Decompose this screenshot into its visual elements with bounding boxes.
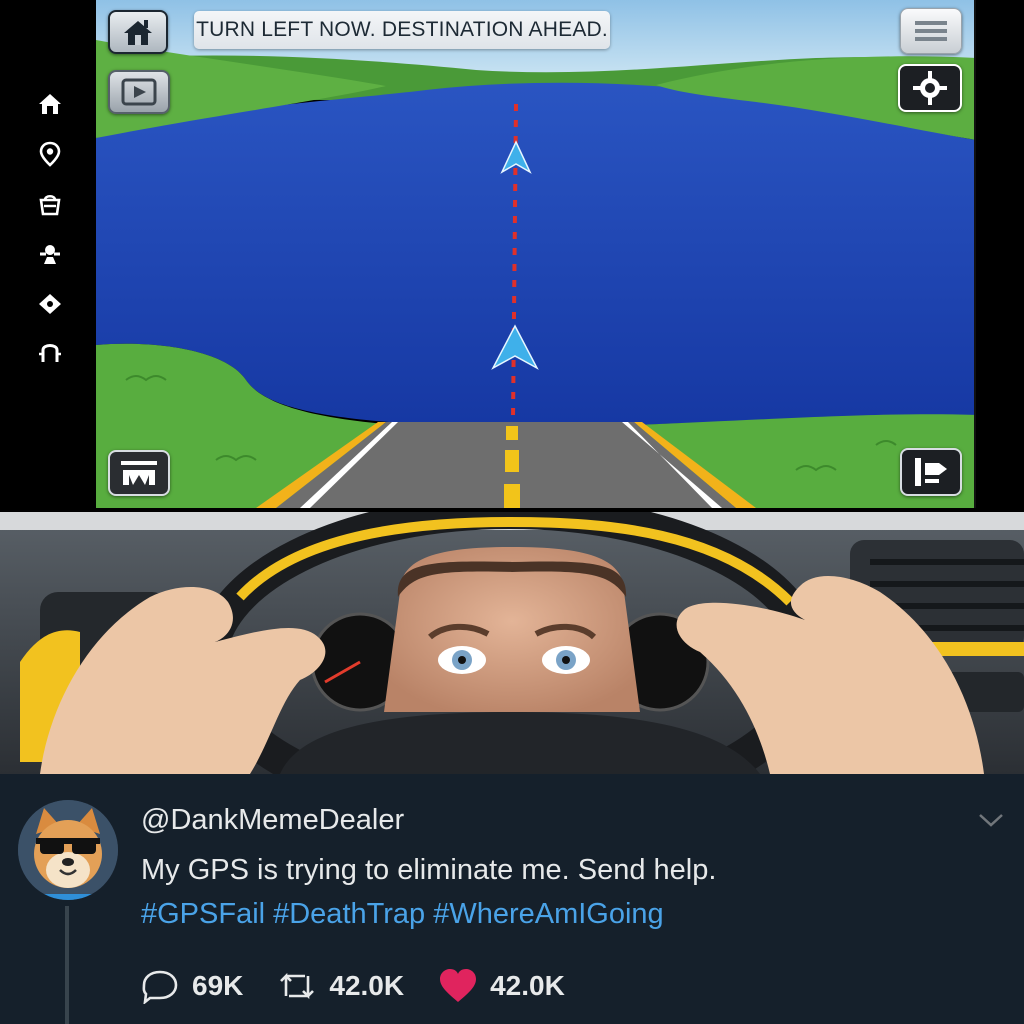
gps-side-rail <box>0 0 98 512</box>
exit-icon <box>915 458 947 486</box>
thread-line <box>65 906 69 1024</box>
bridge-icon <box>121 461 157 485</box>
exit-navigation-button[interactable] <box>900 448 962 496</box>
location-pin-icon[interactable] <box>36 140 64 168</box>
driver-scene <box>0 512 1024 774</box>
tweet-text: My GPS is trying to eliminate me. Send h… <box>141 854 717 886</box>
diamond-icon[interactable] <box>36 290 64 318</box>
tweet-card: @DankMemeDealer My GPS is trying to elim… <box>0 774 1024 1024</box>
hashtag-link[interactable]: #GPSFail <box>141 898 265 930</box>
map-scene <box>96 0 974 508</box>
tweet-hashtags: #GPSFail #DeathTrap #WhereAmIGoing <box>141 898 672 931</box>
hashtag-link[interactable]: #WhereAmIGoing <box>433 898 664 930</box>
map-view[interactable] <box>96 0 976 508</box>
user-icon[interactable] <box>36 338 64 366</box>
settings-icon[interactable] <box>36 240 64 268</box>
home-icon <box>124 20 152 45</box>
like-button[interactable]: 42.0K <box>438 968 565 1004</box>
turn-instruction-banner: TURN LEFT NOW. DESTINATION AHEAD. <box>194 11 610 49</box>
reply-count: 69K <box>192 970 244 1001</box>
retweet-icon <box>280 972 315 1000</box>
reply-button[interactable]: 69K <box>140 968 243 1004</box>
home-icon[interactable] <box>36 90 64 118</box>
avatar[interactable] <box>18 800 118 900</box>
retweet-button[interactable]: 42.0K <box>277 968 404 1004</box>
chevron-down-icon[interactable] <box>976 810 1006 830</box>
gps-screen: TURN LEFT NOW. DESTINATION AHEAD. <box>0 0 1024 512</box>
tweet-handle[interactable]: @DankMemeDealer <box>141 804 404 837</box>
crosshair-icon <box>913 71 947 105</box>
like-count: 42.0K <box>490 970 565 1001</box>
recenter-button[interactable] <box>898 64 962 112</box>
retweet-count: 42.0K <box>329 970 405 1001</box>
meme-canvas: TURN LEFT NOW. DESTINATION AHEAD. @DankM… <box>0 0 1024 1024</box>
heart-icon <box>440 969 477 1002</box>
shiba-avatar-icon <box>18 800 118 900</box>
driver-photo <box>0 512 1024 774</box>
menu-button[interactable] <box>900 8 962 54</box>
turn-instruction-text: TURN LEFT NOW. DESTINATION AHEAD. <box>196 18 608 41</box>
bag-icon[interactable] <box>36 190 64 218</box>
reply-icon <box>142 970 178 1004</box>
tweet-actions: 69K 42.0K 42.0K <box>140 966 599 1006</box>
play-icon <box>121 78 157 106</box>
map-view-button[interactable] <box>108 450 170 496</box>
play-button[interactable] <box>108 70 170 114</box>
hashtag-link[interactable]: #DeathTrap <box>273 898 425 930</box>
home-button[interactable] <box>108 10 168 54</box>
menu-icon <box>915 21 947 41</box>
